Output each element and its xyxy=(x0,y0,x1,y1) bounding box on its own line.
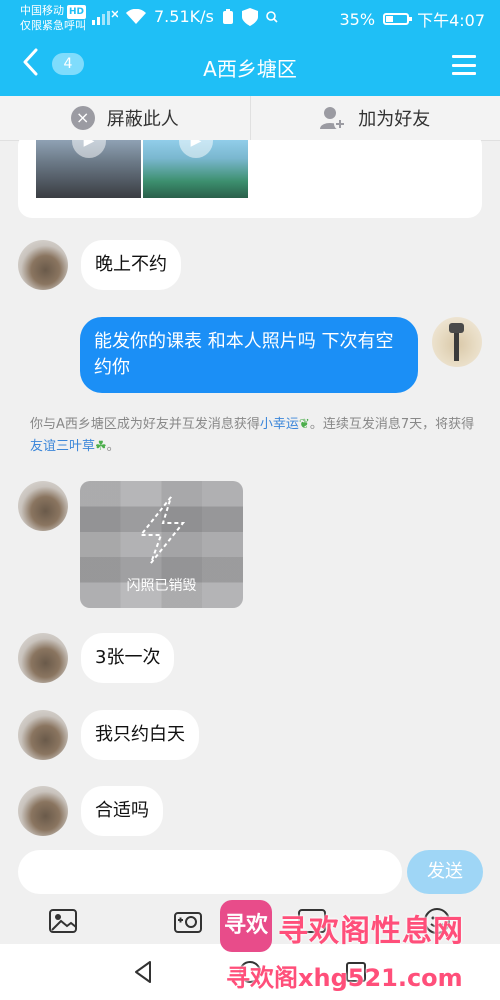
battery-level xyxy=(386,16,394,22)
avatar[interactable] xyxy=(18,786,68,836)
message-bubble[interactable]: 3张一次 xyxy=(81,633,175,683)
chat-header: 4 A西乡塘区 xyxy=(0,36,500,96)
message-bubble[interactable]: 合适吗 xyxy=(81,786,163,836)
status-icons: 7.51K/s xyxy=(92,7,278,26)
message-bubble[interactable]: 我只约白天 xyxy=(81,710,199,760)
clock: 下午4:07 xyxy=(417,11,485,30)
emergency-text: 仅限紧急呼叫 xyxy=(20,19,86,32)
stranger-action-bar: × 屏蔽此人 加为好友 xyxy=(0,96,500,141)
camera-icon[interactable] xyxy=(173,906,203,936)
flash-photo-label: 闪照已销毁 xyxy=(126,578,197,594)
play-icon: ▶ xyxy=(179,140,213,158)
video-card[interactable]: ▶ ▶ xyxy=(18,140,482,218)
avatar[interactable] xyxy=(18,633,68,683)
flash-photo[interactable]: 闪照已销毁 xyxy=(80,481,243,608)
system-message-text: 。 xyxy=(106,439,120,454)
message-input[interactable] xyxy=(18,850,402,894)
video-thumbnail[interactable]: ▶ xyxy=(36,140,141,198)
add-friend-label: 加为好友 xyxy=(358,109,431,130)
system-message-text: 你与A西乡塘区成为好友并互发消息获得 xyxy=(30,417,260,432)
send-button[interactable]: 发送 xyxy=(407,850,483,894)
watermark-url: 寻欢阁xhg521.com xyxy=(226,964,463,992)
system-message-text: 。连续互发消息7天，将获得 xyxy=(309,417,475,432)
play-icon: ▶ xyxy=(72,140,106,158)
nav-back-icon[interactable] xyxy=(130,958,158,986)
sprout-icon: ❦ xyxy=(298,417,310,432)
chat-messages[interactable]: ▶ ▶ 晚上不约 能发你的课表 和本人照片吗 下次有空约你 你与A西乡塘区成为好… xyxy=(0,140,500,840)
carrier-info: 中国移动 HD 仅限紧急呼叫 xyxy=(20,4,87,33)
network-speed: 7.51K/s xyxy=(154,7,214,26)
system-message: 你与A西乡塘区成为好友并互发消息获得小幸运❦。连续互发消息7天，将获得友谊三叶草… xyxy=(30,414,475,458)
add-friend-icon xyxy=(320,107,347,130)
signal-icon xyxy=(92,9,118,25)
message-bubble-self[interactable]: 能发你的课表 和本人照片吗 下次有空约你 xyxy=(80,317,418,393)
block-user-button[interactable]: × 屏蔽此人 xyxy=(0,96,250,140)
search-icon xyxy=(266,10,278,23)
chat-title: A西乡塘区 xyxy=(203,57,297,81)
avatar[interactable] xyxy=(432,317,482,367)
lightning-icon xyxy=(138,496,186,564)
block-user-label: 屏蔽此人 xyxy=(106,109,179,130)
carrier-name: 中国移动 xyxy=(20,4,64,17)
hd-badge: HD xyxy=(67,5,87,19)
message-bubble[interactable]: 晚上不约 xyxy=(81,240,181,290)
battery-saver-icon xyxy=(222,8,233,24)
add-friend-button[interactable]: 加为好友 xyxy=(249,96,500,140)
clover-link[interactable]: 友谊三叶草 xyxy=(30,439,95,454)
shield-icon xyxy=(241,7,258,26)
block-icon: × xyxy=(70,106,95,130)
lucky-link[interactable]: 小幸运 xyxy=(260,417,299,432)
watermark-text: 寻欢阁性息网 xyxy=(278,914,464,949)
status-bar: 中国移动 HD 仅限紧急呼叫 7.51K/s 35% 下午4:07 xyxy=(0,0,500,36)
avatar[interactable] xyxy=(18,240,68,290)
avatar[interactable] xyxy=(18,481,68,531)
status-right: 35% 下午4:07 xyxy=(340,7,486,31)
avatar[interactable] xyxy=(18,710,68,760)
video-thumbnail[interactable]: ▶ xyxy=(143,140,248,198)
clover-icon: ☘ xyxy=(95,439,107,454)
watermark: 寻欢 寻欢阁性息网 寻欢阁xhg521.com xyxy=(218,896,500,1000)
battery-percent: 35% xyxy=(339,9,376,29)
composer: 发送 xyxy=(0,840,500,900)
wifi-icon xyxy=(126,8,146,24)
watermark-logo: 寻欢 xyxy=(220,900,272,952)
hamburger-menu-icon[interactable] xyxy=(452,55,476,75)
battery-icon xyxy=(383,13,413,25)
photo-icon[interactable] xyxy=(48,906,78,936)
